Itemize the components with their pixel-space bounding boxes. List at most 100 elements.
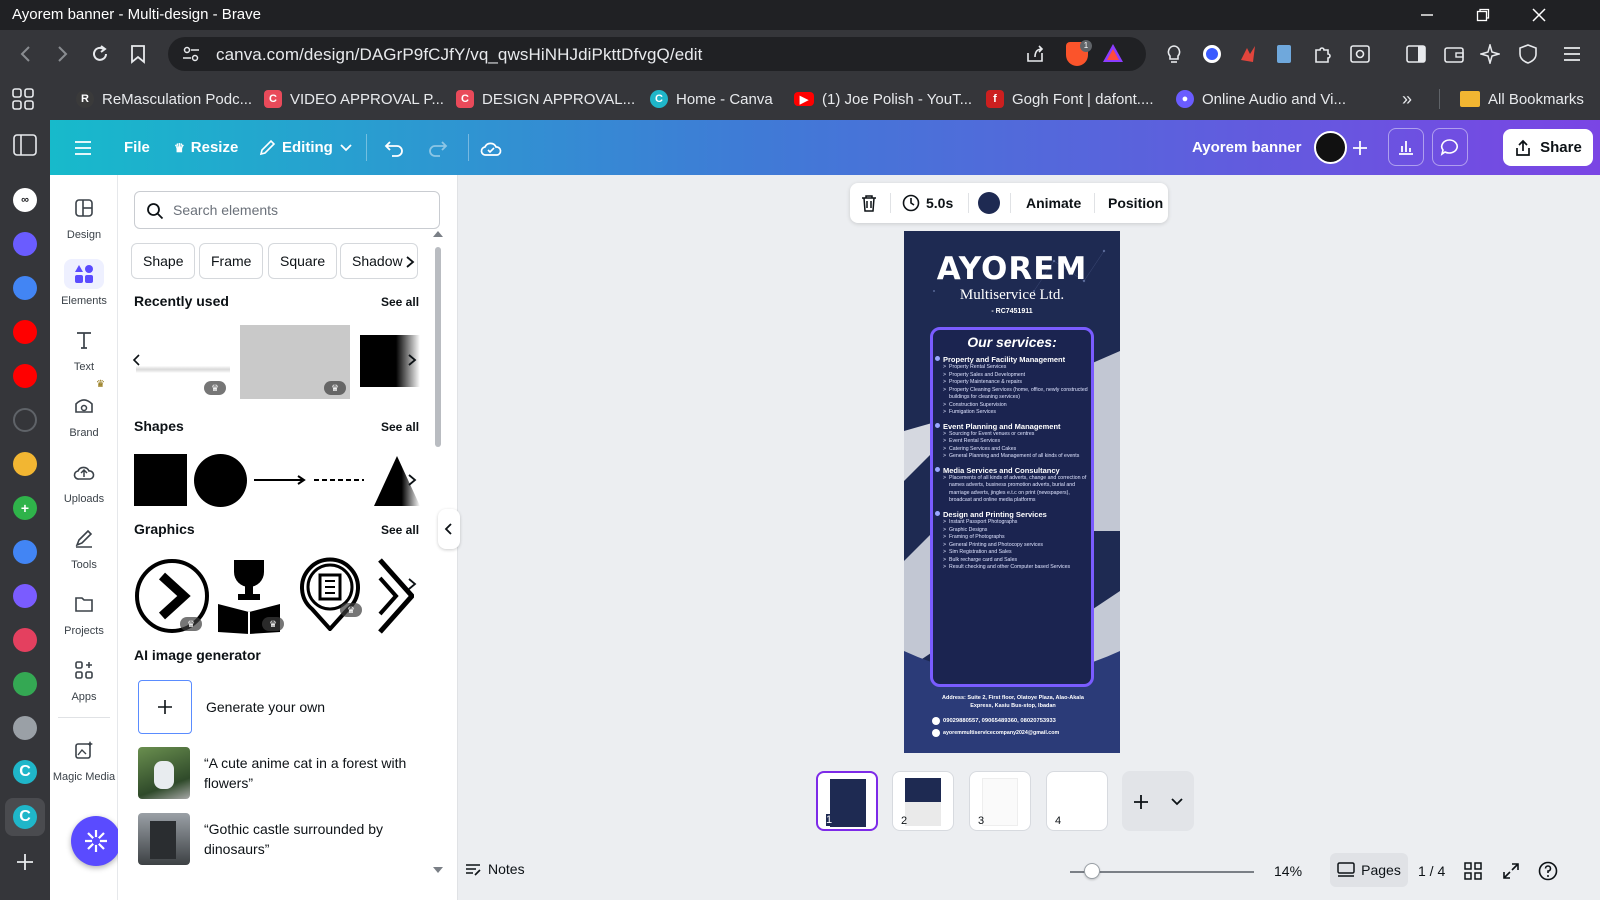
youtube-icon[interactable] [13, 320, 37, 344]
canva-icon[interactable]: C [13, 805, 37, 829]
chevron-lines-graphic[interactable] [378, 558, 414, 634]
cloud-saved-icon[interactable] [480, 120, 502, 175]
add-collaborator-button[interactable] [1350, 120, 1370, 175]
circle-shape[interactable] [194, 454, 247, 507]
sparkle-icon[interactable] [1474, 38, 1506, 70]
sidebar-app-icon[interactable] [13, 452, 37, 476]
collapse-panel-button[interactable] [438, 509, 460, 549]
bookmark-item[interactable]: R ReMasculation Podc... [76, 87, 252, 111]
drive-icon[interactable] [13, 672, 37, 696]
page-thumb-3[interactable]: 3 [969, 771, 1031, 831]
grid-view-icon[interactable] [1464, 862, 1482, 880]
extension-doc-icon[interactable] [1268, 38, 1300, 70]
search-input[interactable]: Search elements [134, 191, 440, 229]
magic-assistant-button[interactable] [71, 816, 121, 866]
bookmark-item[interactable]: C Home - Canva [650, 87, 773, 111]
bookmark-item[interactable]: C VIDEO APPROVAL P... [264, 87, 444, 111]
chevron-right-icon[interactable] [406, 577, 418, 591]
zoom-level[interactable]: 14% [1274, 863, 1302, 879]
notes-button[interactable]: Notes [464, 861, 525, 877]
canva-icon[interactable]: C [13, 760, 37, 784]
rail-magic-media[interactable]: Magic Media [50, 735, 118, 783]
wallet-icon[interactable] [1438, 38, 1470, 70]
rail-apps[interactable]: Apps [50, 655, 118, 703]
animate-button[interactable]: Animate [1026, 183, 1081, 223]
bookmark-item[interactable]: ▶ (1) Joe Polish - YouT... [794, 87, 972, 111]
chip-shape[interactable]: Shape [131, 243, 196, 279]
building-pin-graphic[interactable] [298, 555, 362, 631]
back-button[interactable] [10, 38, 42, 70]
chip-frame[interactable]: Frame [199, 243, 264, 279]
extension-blue-icon[interactable] [1196, 38, 1228, 70]
share-button[interactable]: Share [1503, 129, 1593, 166]
recent-element-2[interactable]: ♛ [240, 325, 350, 399]
scroll-down-arrow[interactable] [431, 865, 445, 875]
banner-design[interactable]: AYOREM Multiservice Ltd. - RC7451911 Our… [904, 231, 1120, 753]
bookmark-icon[interactable] [122, 38, 154, 70]
see-all-shapes[interactable]: See all [381, 420, 419, 434]
extensions-icon[interactable] [1306, 38, 1338, 70]
youtube-icon[interactable] [13, 364, 37, 388]
forward-button[interactable] [46, 38, 78, 70]
ai-prompt-item[interactable]: “Gothic castle surrounded by dinosaurs” [138, 813, 424, 865]
bookmark-item[interactable]: f Gogh Font | dafont.... [986, 87, 1153, 111]
avatar[interactable] [1314, 131, 1347, 164]
rail-brand[interactable]: Brand [50, 391, 118, 439]
close-window-button[interactable] [1516, 2, 1562, 28]
editing-mode-button[interactable]: Editing [258, 120, 353, 175]
sidebar-app-icon[interactable] [13, 584, 37, 608]
help-icon[interactable] [1538, 861, 1558, 881]
sidebar-app-icon[interactable]: ∞ [13, 188, 37, 212]
recent-element-1[interactable]: ♛ [136, 325, 230, 399]
chevron-right-icon[interactable] [406, 353, 418, 367]
instagram-icon[interactable] [13, 628, 37, 652]
share-page-icon[interactable] [1025, 45, 1045, 63]
extension-red-icon[interactable] [1232, 38, 1264, 70]
undo-button[interactable] [384, 120, 404, 175]
add-page-button[interactable] [1122, 771, 1194, 831]
main-menu-icon[interactable] [74, 120, 92, 175]
add-icon[interactable] [15, 852, 35, 872]
chevron-left-icon[interactable] [132, 353, 142, 367]
page-thumb-4[interactable]: 4 [1046, 771, 1108, 831]
document-title[interactable]: Ayorem banner [1192, 120, 1301, 175]
square-shape[interactable] [134, 454, 187, 506]
rail-uploads[interactable]: Uploads [50, 457, 118, 505]
file-menu-button[interactable]: File [124, 120, 150, 175]
minimize-button[interactable] [1404, 2, 1450, 28]
rail-text[interactable]: Text [50, 325, 118, 373]
reload-button[interactable] [84, 38, 116, 70]
resize-button[interactable]: ♛ Resize [174, 120, 238, 175]
more-bookmarks-button[interactable]: » [1402, 87, 1412, 111]
rail-elements[interactable]: Elements [50, 259, 118, 307]
duration-button[interactable]: 5.0s [902, 183, 953, 223]
sidebar-app-icon[interactable] [13, 276, 37, 300]
sidebar-toggle-icon[interactable] [1400, 38, 1432, 70]
leo-ai-icon[interactable] [1158, 38, 1190, 70]
page-counter[interactable]: 1 / 4 [1418, 863, 1445, 879]
position-button[interactable]: Position [1108, 183, 1163, 223]
chevron-right-icon[interactable] [404, 255, 416, 269]
arrow-line-shape[interactable] [254, 473, 308, 487]
scroll-up-arrow[interactable] [431, 229, 445, 239]
brave-rewards-icon[interactable] [1102, 43, 1124, 63]
apps-grid-icon[interactable] [12, 87, 34, 111]
zoom-slider-handle[interactable] [1084, 863, 1100, 879]
rail-design[interactable]: Design [50, 193, 118, 241]
menu-icon[interactable] [1556, 38, 1588, 70]
rail-projects[interactable]: Projects [50, 589, 118, 637]
all-bookmarks-button[interactable]: All Bookmarks [1460, 87, 1584, 111]
see-all-graphics[interactable]: See all [381, 523, 419, 537]
page-thumb-1[interactable]: 1 [816, 771, 878, 831]
sidebar-app-icon[interactable] [13, 232, 37, 256]
dashed-line-shape[interactable] [314, 473, 366, 487]
panel-scrollbar[interactable] [435, 247, 441, 447]
bookmark-item[interactable]: ● Online Audio and Vi... [1176, 87, 1346, 111]
sidebar-app-icon[interactable] [13, 540, 37, 564]
delete-button[interactable] [860, 183, 878, 223]
comments-button[interactable] [1432, 128, 1468, 166]
rail-tools[interactable]: Tools [50, 523, 118, 571]
vpn-shield-icon[interactable] [1512, 38, 1544, 70]
address-bar[interactable]: canva.com/design/DAGrP9fCJfY/vq_qwsHiNHJ… [168, 37, 1146, 71]
fullscreen-icon[interactable] [1502, 862, 1520, 880]
